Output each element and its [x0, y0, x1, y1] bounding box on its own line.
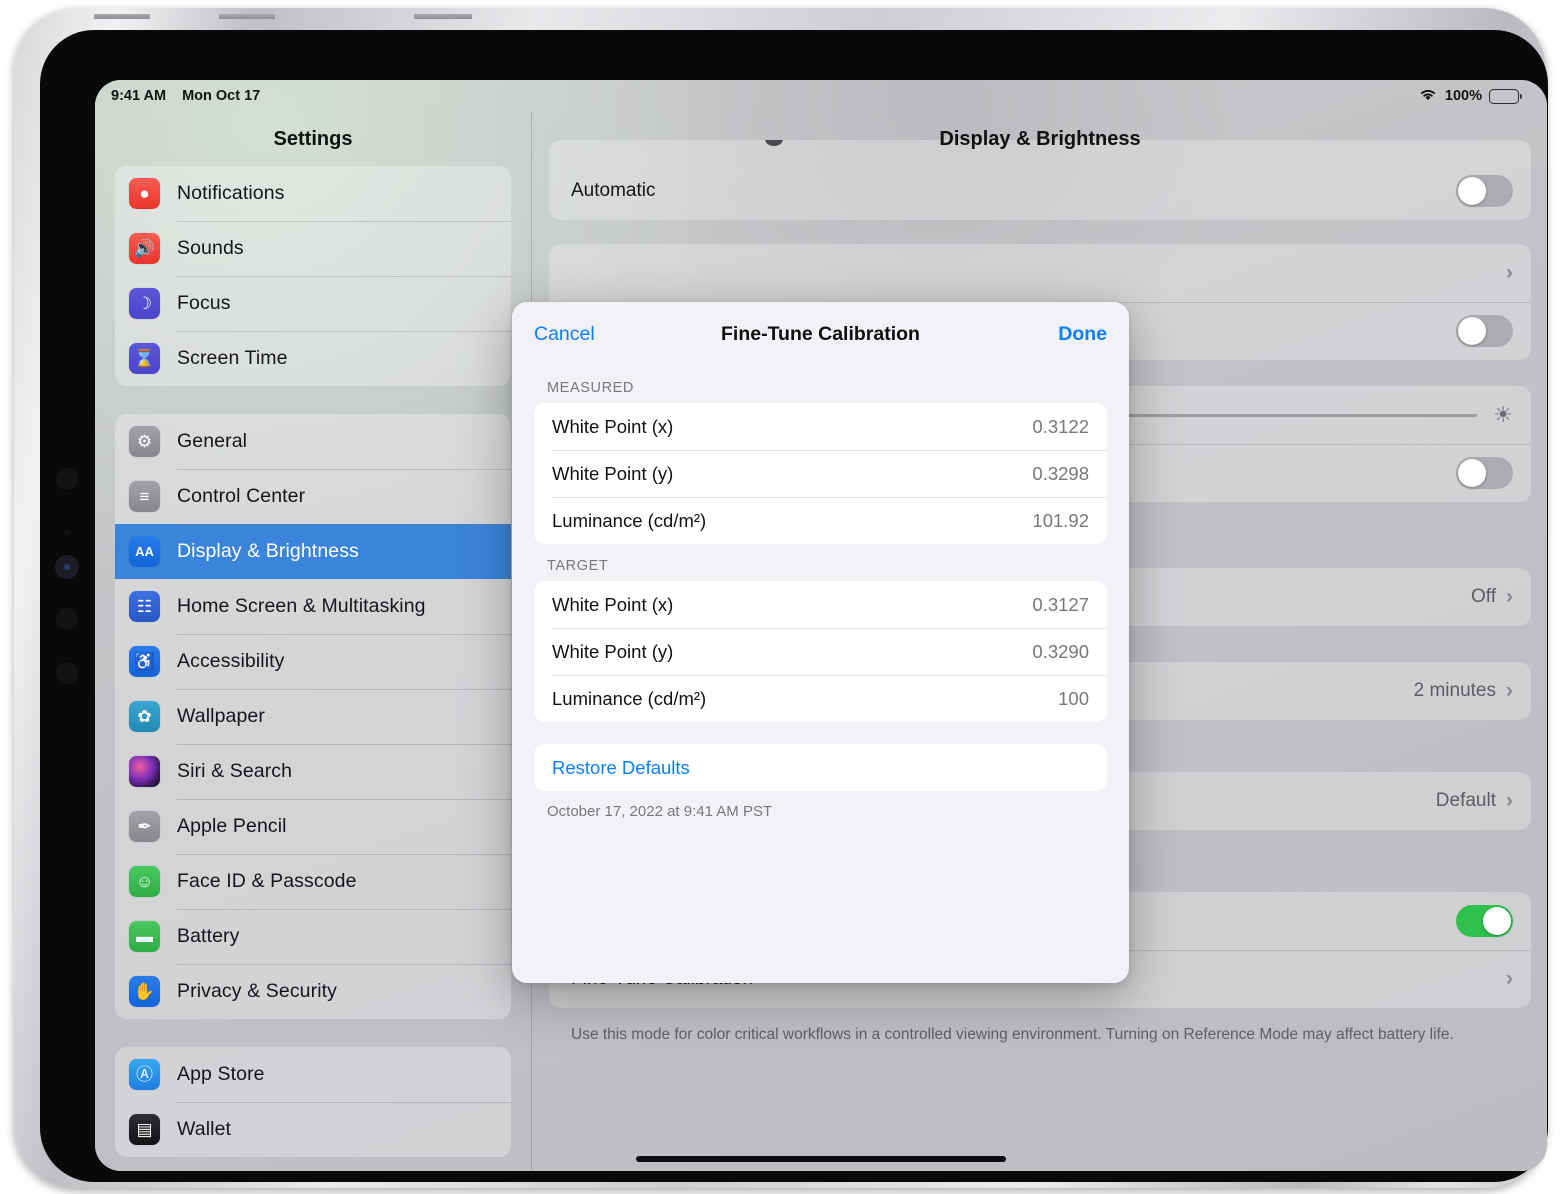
ipad-device-frame: 9:41 AM Mon Oct 17 100%: [14, 8, 1546, 1188]
sensor-dot-1: [56, 468, 78, 490]
screen: 9:41 AM Mon Oct 17 100%: [95, 80, 1547, 1171]
device-bezel: 9:41 AM Mon Oct 17 100%: [40, 30, 1548, 1182]
calibration-row: White Point (y) 0.3290: [534, 628, 1107, 675]
section-header: MEASURED: [534, 366, 1107, 403]
calibration-row-label: Luminance (cd/m²): [552, 510, 706, 532]
done-button[interactable]: Done: [1058, 323, 1107, 346]
calibration-row: White Point (y) 0.3298: [534, 450, 1107, 497]
calibration-timestamp: October 17, 2022 at 9:41 AM PST: [534, 791, 1107, 820]
calibration-row-value: 0.3127: [1032, 594, 1089, 616]
restore-defaults-button[interactable]: Restore Defaults: [534, 744, 1107, 791]
modal-body: MEASUREDWhite Point (x)0.3122White Point…: [512, 366, 1129, 722]
top-edge-button-2: [219, 14, 275, 19]
calibration-row-value: 101.92: [1032, 510, 1089, 532]
calibration-row-label: White Point (y): [552, 463, 673, 485]
calibration-row-value: 0.3290: [1032, 641, 1089, 663]
top-edge-button-3: [414, 14, 472, 19]
home-indicator[interactable]: [636, 1156, 1006, 1162]
calibration-row-label: White Point (x): [552, 594, 673, 616]
calibration-row-value: 100: [1058, 688, 1089, 710]
calibration-row-value: 0.3298: [1032, 463, 1089, 485]
calibration-row: White Point (x) 0.3127: [534, 581, 1107, 628]
calibration-row: Luminance (cd/m²) 101.92: [534, 497, 1107, 544]
modal-overlay: Cancel Fine-Tune Calibration Done MEASUR…: [95, 80, 1547, 1171]
sensor-dot-4: [56, 662, 78, 684]
calibration-row: Luminance (cd/m²) 100: [534, 675, 1107, 722]
calibration-row-label: White Point (y): [552, 641, 673, 663]
section-card: White Point (x) 0.3127 White Point (y) 0.32…: [534, 581, 1107, 722]
sensor-dot-2: [64, 530, 70, 536]
front-camera-icon: [55, 555, 79, 579]
calibration-row-label: White Point (x): [552, 416, 673, 438]
cancel-button[interactable]: Cancel: [534, 323, 595, 346]
section-card: White Point (x) 0.3122 White Point (y) 0.32…: [534, 403, 1107, 544]
top-edge-button-1: [94, 14, 150, 19]
calibration-row-label: Luminance (cd/m²): [552, 688, 706, 710]
modal-header: Cancel Fine-Tune Calibration Done: [512, 302, 1129, 366]
calibration-row: White Point (x) 0.3122: [534, 403, 1107, 450]
calibration-row-value: 0.3122: [1032, 416, 1089, 438]
section-header: TARGET: [534, 544, 1107, 581]
sensor-dot-3: [56, 608, 78, 630]
modal-title: Fine-Tune Calibration: [512, 323, 1129, 346]
modal-footer-actions: Restore Defaults October 17, 2022 at 9:4…: [512, 722, 1129, 820]
restore-defaults-card[interactable]: Restore Defaults: [534, 744, 1107, 791]
fine-tune-calibration-modal: Cancel Fine-Tune Calibration Done MEASUR…: [512, 302, 1129, 983]
